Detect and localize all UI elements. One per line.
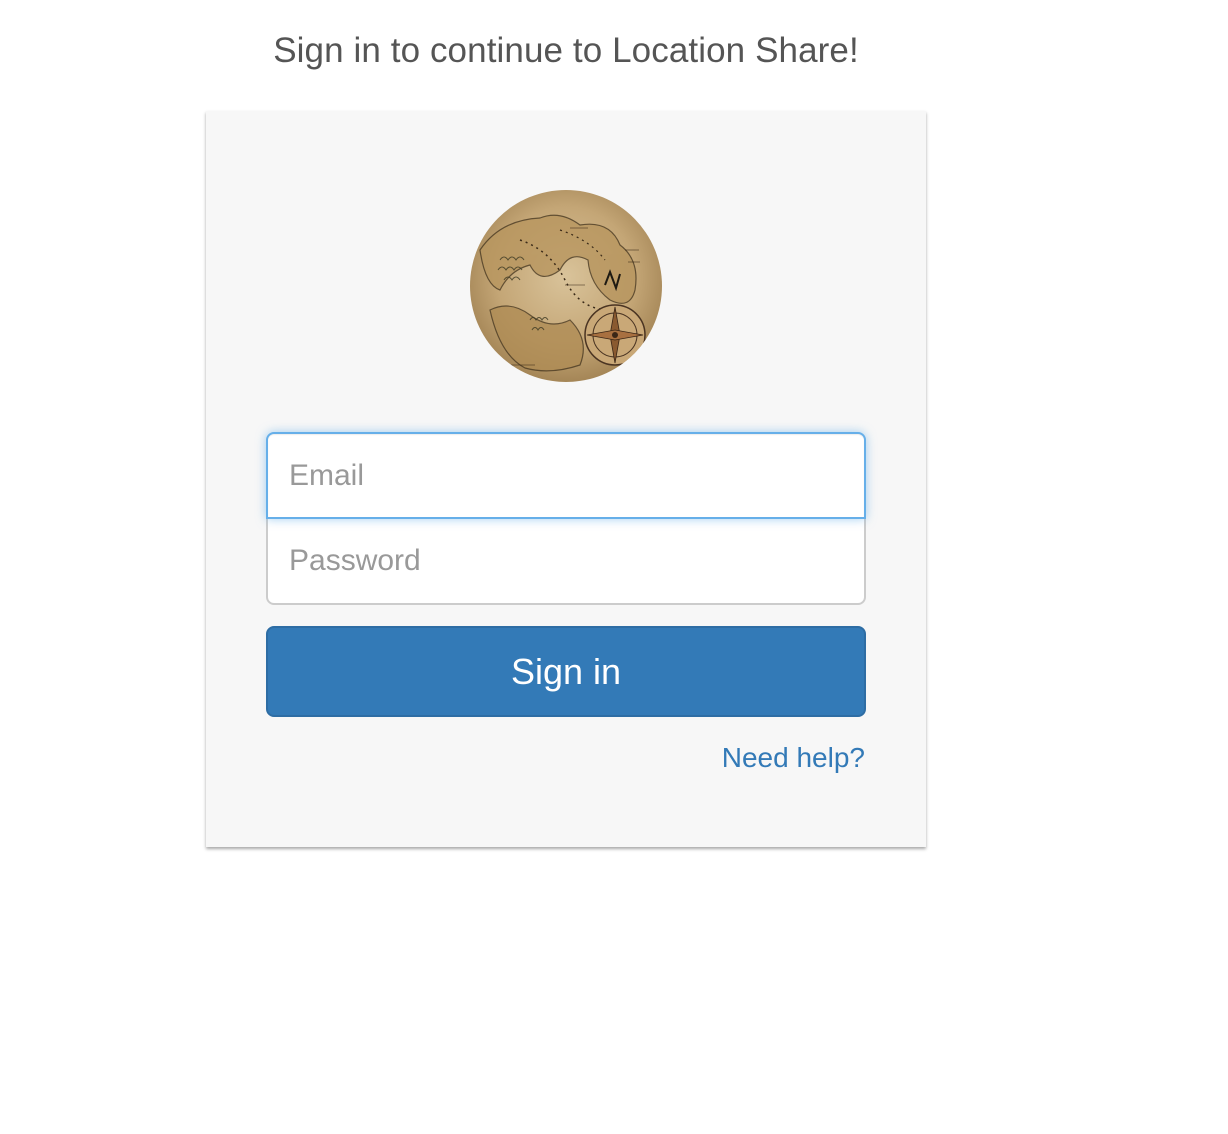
email-field[interactable] <box>266 432 866 519</box>
sign-in-button[interactable]: Sign in <box>266 626 866 717</box>
password-field[interactable] <box>266 518 866 605</box>
need-help-link[interactable]: Need help? <box>722 738 865 778</box>
page-title: Sign in to continue to Location Share! <box>273 31 859 70</box>
login-card: Sign in Need help? <box>206 111 926 847</box>
credentials-group <box>266 432 866 605</box>
login-page: Sign in to continue to Location Share! E… <box>0 0 1228 1134</box>
treasure-map-avatar-icon <box>470 190 662 382</box>
